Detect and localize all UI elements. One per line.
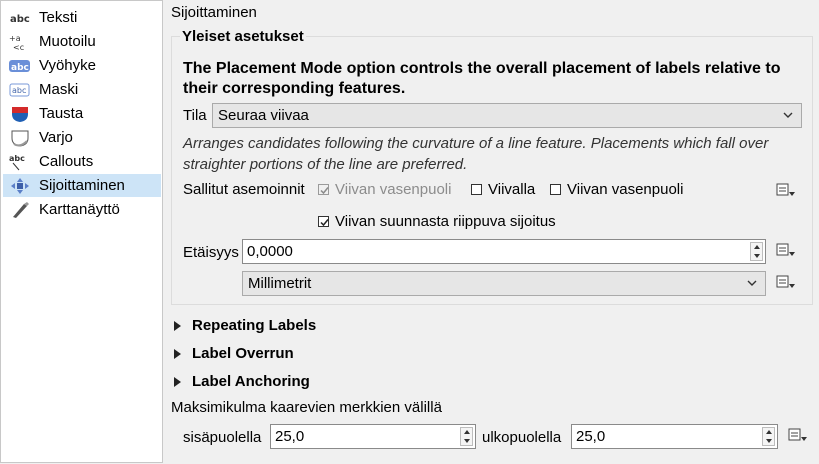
spin-arrows[interactable] bbox=[460, 427, 473, 446]
svg-text:abc: abc bbox=[9, 154, 25, 163]
inside-label: sisäpuolella bbox=[183, 429, 262, 446]
distance-value: 0,0000 bbox=[247, 243, 293, 260]
section-label: Label Overrun bbox=[192, 345, 294, 362]
sidebar-item-maski[interactable]: abc Maski bbox=[3, 78, 161, 101]
placement-mode-description: The Placement Mode option controls the o… bbox=[183, 60, 781, 97]
outside-angle-spinbox[interactable]: 25,0 bbox=[571, 424, 778, 449]
svg-text:+a: +a bbox=[9, 34, 21, 43]
shadow-icon bbox=[9, 129, 31, 147]
spin-arrows[interactable] bbox=[762, 427, 775, 446]
sidebar-item-callouts[interactable]: abc Callouts bbox=[3, 150, 161, 173]
rendering-icon bbox=[9, 201, 31, 219]
sidebar-item-label: Muotoilu bbox=[39, 33, 96, 50]
data-defined-override-button[interactable] bbox=[786, 425, 810, 447]
checkbox-box bbox=[550, 184, 561, 195]
data-defined-icon bbox=[788, 428, 807, 441]
callouts-icon: abc bbox=[9, 153, 31, 171]
distance-unit-value: Millimetrit bbox=[248, 275, 312, 292]
checkbox-box bbox=[471, 184, 482, 195]
group-title: Yleiset asetukset bbox=[180, 28, 306, 45]
sidebar-item-label: Karttanäyttö bbox=[39, 201, 120, 218]
placement-mode-help: Arranges candidates following the curvat… bbox=[183, 135, 769, 173]
sidebar-item-label: Maski bbox=[39, 81, 79, 98]
placement-icon bbox=[9, 177, 31, 195]
checkbox-box bbox=[318, 216, 329, 227]
sidebar-item-label: Callouts bbox=[39, 153, 94, 170]
checkbox-label: Viivan suunnasta riippuva sijoitus bbox=[335, 213, 556, 230]
formatting-icon: +a <c bbox=[9, 33, 31, 51]
placement-mode-select[interactable]: Seuraa viivaa bbox=[212, 103, 802, 128]
sidebar-item-varjo[interactable]: Varjo bbox=[3, 126, 161, 149]
inside-angle-spinbox[interactable]: 25,0 bbox=[270, 424, 476, 449]
max-angle-title: Maksimikulma kaarevien merkkien välillä bbox=[171, 399, 442, 416]
label-anchoring-section[interactable]: Label Anchoring bbox=[174, 373, 310, 390]
checkbox-box bbox=[318, 184, 329, 195]
sidebar-item-label: Sijoittaminen bbox=[39, 177, 125, 194]
sidebar-item-label: Teksti bbox=[39, 9, 78, 26]
page-title: Sijoittaminen bbox=[171, 4, 257, 21]
svg-text:<c: <c bbox=[13, 43, 24, 51]
repeating-labels-section[interactable]: Repeating Labels bbox=[174, 317, 316, 334]
outside-label: ulkopuolella bbox=[482, 429, 562, 446]
data-defined-icon bbox=[776, 243, 795, 256]
buffer-icon: abc bbox=[9, 57, 31, 75]
outside-angle-value: 25,0 bbox=[576, 428, 606, 445]
sidebar-item-label: Varjo bbox=[39, 129, 73, 146]
data-defined-icon bbox=[776, 275, 795, 288]
sidebar-item-tausta[interactable]: Tausta bbox=[3, 102, 161, 125]
svg-text:abc: abc bbox=[10, 14, 30, 25]
orientation-dependent-checkbox[interactable]: Viivan suunnasta riippuva sijoitus bbox=[318, 213, 556, 230]
background-icon bbox=[9, 105, 31, 123]
section-label: Label Anchoring bbox=[192, 373, 310, 390]
chevron-down-icon bbox=[783, 112, 793, 118]
sidebar-item-sijoittaminen[interactable]: Sijoittaminen bbox=[3, 174, 161, 197]
svg-text:abc: abc bbox=[12, 86, 26, 95]
distance-spinbox[interactable]: 0,0000 bbox=[242, 239, 766, 264]
right-of-line-checkbox[interactable]: Viivan vasenpuoli bbox=[550, 181, 683, 198]
label-overrun-section[interactable]: Label Overrun bbox=[174, 345, 294, 362]
placement-mode-value: Seuraa viivaa bbox=[218, 107, 309, 124]
mask-icon: abc bbox=[9, 81, 31, 99]
spin-arrows[interactable] bbox=[750, 242, 763, 261]
sidebar-item-label: Vyöhyke bbox=[39, 57, 96, 74]
abc-text-icon: abc bbox=[9, 9, 31, 27]
checkbox-label: Viivan vasenpuoli bbox=[567, 181, 684, 198]
expand-arrow-icon bbox=[174, 376, 181, 387]
sidebar-item-karttanaytto[interactable]: Karttanäyttö bbox=[3, 198, 161, 221]
allowed-positions-label: Sallitut asemoinnit bbox=[183, 181, 305, 198]
sidebar-item-vyohyke[interactable]: abc Vyöhyke bbox=[3, 54, 161, 77]
data-defined-override-button[interactable] bbox=[774, 240, 798, 262]
checkbox-label: Viivalla bbox=[488, 181, 536, 198]
distance-unit-select[interactable]: Millimetrit bbox=[242, 271, 766, 296]
sidebar-item-teksti[interactable]: abc Teksti bbox=[3, 6, 161, 29]
section-label: Repeating Labels bbox=[192, 317, 317, 334]
distance-label: Etäisyys bbox=[183, 244, 239, 261]
checkbox-label: Viivan vasenpuoli bbox=[335, 181, 452, 198]
data-defined-override-button[interactable] bbox=[774, 272, 798, 294]
data-defined-icon bbox=[776, 183, 795, 196]
data-defined-override-button[interactable] bbox=[774, 180, 798, 202]
left-of-line-checkbox[interactable]: Viivan vasenpuoli bbox=[318, 181, 451, 198]
sidebar-item-label: Tausta bbox=[39, 105, 84, 122]
sidebar: abc Teksti +a <c Muotoilu abc Vyöhyke abc… bbox=[0, 0, 163, 463]
expand-arrow-icon bbox=[174, 320, 181, 331]
mode-label: Tila bbox=[183, 107, 207, 124]
expand-arrow-icon bbox=[174, 348, 181, 359]
on-line-checkbox[interactable]: Viivalla bbox=[471, 181, 535, 198]
chevron-down-icon bbox=[747, 280, 757, 286]
svg-text:abc: abc bbox=[11, 63, 29, 73]
sidebar-item-muotoilu[interactable]: +a <c Muotoilu bbox=[3, 30, 161, 53]
inside-angle-value: 25,0 bbox=[275, 428, 305, 445]
